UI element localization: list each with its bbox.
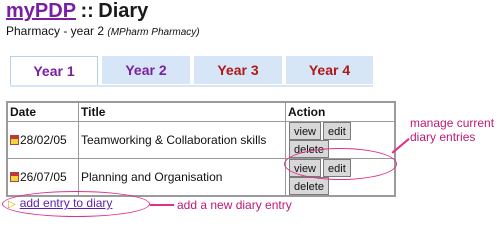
tab-year-3[interactable]: Year 3 bbox=[194, 56, 282, 84]
edit-button[interactable]: edit bbox=[323, 122, 351, 140]
column-header-action: Action bbox=[285, 101, 396, 122]
entry-date: 28/02/05 bbox=[20, 133, 67, 147]
table-header-row: Date Title Action bbox=[6, 101, 396, 122]
annotation-add-entry: add a new diary entry bbox=[177, 198, 292, 212]
highlight-ellipse-actions bbox=[284, 148, 397, 180]
tab-year-2[interactable]: Year 2 bbox=[102, 56, 190, 84]
date-cell: 28/02/05 bbox=[6, 121, 79, 159]
page-title: Diary bbox=[98, 0, 149, 22]
year-tabs: Year 1 Year 2 Year 3 Year 4 bbox=[10, 56, 373, 86]
tab-underline bbox=[10, 85, 373, 87]
year-label: Pharmacy - year 2 bbox=[6, 24, 105, 38]
entry-title: Teamworking & Collaboration skills bbox=[78, 121, 286, 159]
programme-name: (MPharm Pharmacy) bbox=[107, 27, 200, 38]
column-header-date: Date bbox=[6, 101, 79, 122]
programme-subtitle: Pharmacy - year 2 (MPharm Pharmacy) bbox=[6, 24, 200, 38]
title-separator: :: bbox=[80, 0, 94, 22]
delete-button[interactable]: delete bbox=[289, 177, 329, 195]
header: myPDP :: Diary bbox=[6, 0, 148, 23]
diary-entry-icon bbox=[10, 135, 19, 145]
column-header-title: Title bbox=[78, 101, 286, 122]
entry-date: 26/07/05 bbox=[20, 170, 67, 184]
annotation-manage-entries: manage current diary entries bbox=[410, 116, 495, 144]
view-button[interactable]: view bbox=[289, 122, 322, 140]
diary-entry-icon bbox=[10, 172, 19, 182]
app-logo-link[interactable]: myPDP bbox=[6, 0, 76, 22]
tab-year-1[interactable]: Year 1 bbox=[10, 56, 98, 86]
tab-year-4[interactable]: Year 4 bbox=[286, 56, 373, 84]
highlight-ellipse-add bbox=[2, 191, 150, 217]
entry-title: Planning and Organisation bbox=[78, 158, 286, 197]
annotation-connector-add bbox=[150, 204, 174, 206]
